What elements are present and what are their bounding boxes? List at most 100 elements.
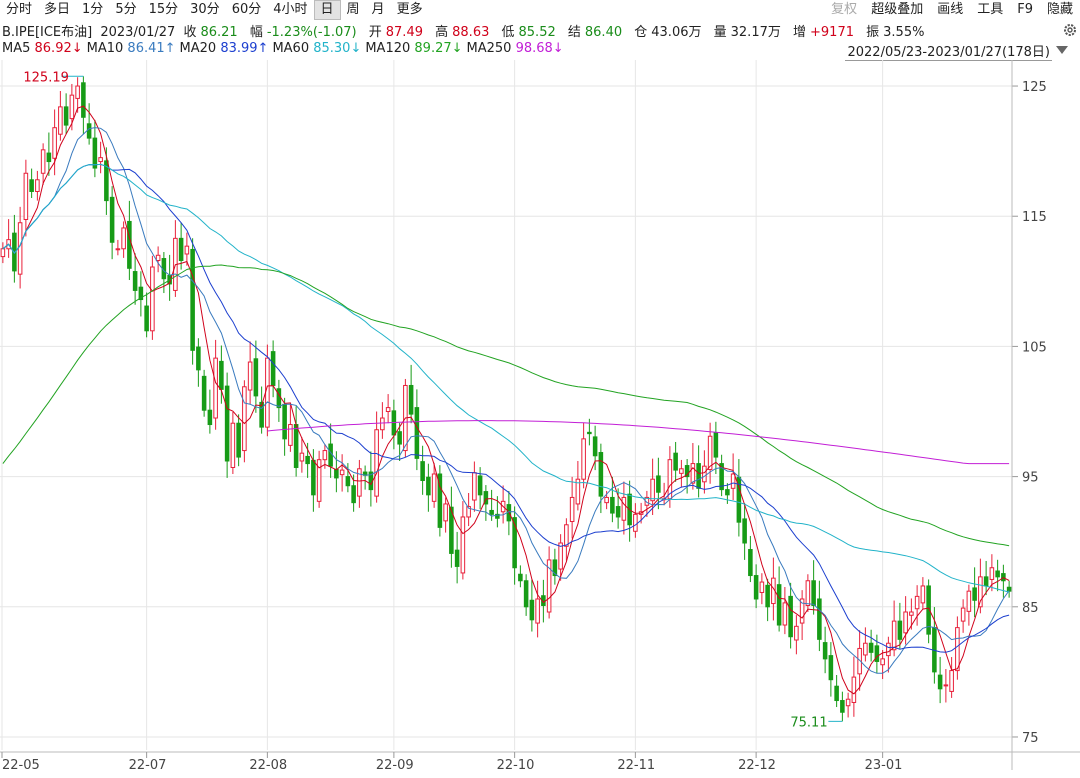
candle-body: [725, 489, 730, 496]
kline-chart[interactable]: 125 115 105 95 85 75 22-05 22-07 22-08 22-09 22-10…: [0, 60, 1080, 778]
period-tab-9[interactable]: 周: [341, 0, 366, 20]
candle-body: [380, 417, 385, 431]
candle-body: [707, 435, 713, 470]
candle-body: [633, 513, 638, 532]
ma-legend: MA5 86.92↓ MA10 86.41↑ MA20 83.99↑ MA60 85.…: [2, 41, 568, 59]
candle-body: [529, 599, 535, 621]
candle-body: [75, 85, 80, 99]
candle-body: [460, 516, 466, 574]
period-tab-10[interactable]: 月: [366, 0, 391, 20]
range-dropdown-icon[interactable]: [1056, 46, 1068, 54]
candle-body: [730, 473, 736, 489]
candle-body: [713, 432, 719, 458]
y-tick-label: 75: [1022, 731, 1039, 746]
tool-button-0[interactable]: 复权: [824, 0, 864, 20]
candle-body: [753, 575, 759, 600]
period-tab-1[interactable]: 多日: [38, 0, 76, 20]
candle-body: [127, 220, 132, 269]
tool-button-1[interactable]: 超级叠加: [864, 0, 930, 20]
candle-body: [868, 642, 874, 653]
candle-body: [52, 127, 57, 159]
period-tab-3[interactable]: 5分: [109, 0, 142, 20]
candle-body: [414, 407, 420, 459]
candle-body: [742, 518, 747, 544]
candle-body: [983, 576, 989, 587]
period-tab-2[interactable]: 1分: [76, 0, 109, 20]
y-tick-label: 125: [1022, 80, 1047, 95]
candle-body: [282, 403, 287, 440]
candle-body: [288, 424, 293, 446]
candle-body: [523, 580, 529, 608]
candle-body: [339, 469, 345, 476]
candle-body: [305, 455, 310, 465]
candle-body: [115, 248, 121, 251]
period-tab-5[interactable]: 30分: [184, 0, 226, 20]
date-range[interactable]: 2022/05/23-2023/01/27(178日): [845, 41, 1052, 61]
tool-button-5[interactable]: 隐藏: [1040, 0, 1080, 20]
candle-body: [874, 645, 880, 662]
candle-body: [805, 580, 811, 606]
candle-body: [247, 361, 253, 391]
symbol-label: B.IPE[ICE布油]: [2, 25, 93, 40]
candle-body: [322, 450, 328, 461]
ma20-line: [2, 163, 1010, 653]
x-tick-label: 22-09: [376, 758, 414, 773]
settings-gear-icon[interactable]: [1062, 22, 1078, 38]
candle-body: [679, 468, 684, 474]
tool-button-2[interactable]: 画线: [930, 0, 970, 20]
ma60-line: [2, 163, 1010, 593]
candle-body: [98, 157, 103, 163]
candle-body: [897, 620, 903, 640]
tool-button-4[interactable]: F9: [1010, 0, 1040, 20]
candle-body: [788, 595, 793, 638]
amplitude-label: 振 3.55%: [866, 25, 925, 40]
period-tab-8[interactable]: 日: [313, 0, 341, 20]
x-tick-label: 23-01: [865, 758, 903, 773]
x-tick-label: 22-05: [2, 758, 40, 773]
candle-body: [592, 436, 598, 457]
candle-body: [748, 549, 753, 577]
candle-body: [834, 685, 839, 702]
candle-body: [311, 459, 316, 496]
candle-body: [569, 496, 575, 523]
candle-body: [230, 422, 236, 468]
period-tab-4[interactable]: 15分: [143, 0, 185, 20]
candle-body: [765, 584, 770, 608]
candle-body: [851, 676, 857, 703]
tool-button-3[interactable]: 工具: [970, 0, 1010, 20]
candle-body: [431, 473, 437, 502]
candle-body: [995, 570, 1000, 578]
candle-body: [219, 360, 224, 390]
candle-body: [58, 106, 63, 135]
period-tab-11[interactable]: 更多: [391, 0, 429, 20]
y-tick-label: 95: [1022, 471, 1039, 486]
candle-body: [385, 407, 391, 413]
candle-body: [207, 409, 213, 426]
candle-body: [702, 465, 707, 483]
candle-body: [621, 496, 627, 521]
candle-body: [426, 476, 431, 496]
period-tab-6[interactable]: 60分: [226, 0, 268, 20]
candle-body: [811, 580, 816, 606]
volume-label: 量 32.17万: [713, 25, 781, 40]
candle-body: [397, 431, 402, 445]
candle-body: [270, 351, 276, 386]
candle-body: [150, 266, 155, 332]
increase-label: 增 +9171: [793, 25, 854, 40]
close-label: 收 86.21: [183, 25, 238, 40]
candle-body: [201, 375, 207, 411]
candle-body: [909, 611, 914, 616]
candle-body: [69, 94, 75, 120]
candle-body: [794, 625, 799, 641]
period-tab-0[interactable]: 分时: [0, 0, 38, 20]
y-tick-label: 85: [1022, 601, 1039, 616]
candle-body: [615, 506, 621, 518]
candle-body: [564, 524, 569, 547]
candle-body: [914, 595, 920, 610]
period-tab-7[interactable]: 4小时: [267, 0, 313, 20]
candle-body: [587, 431, 592, 435]
candle-body: [0, 248, 6, 258]
candle-body: [374, 429, 379, 497]
candle-body: [121, 227, 126, 250]
candle-body: [334, 468, 339, 479]
